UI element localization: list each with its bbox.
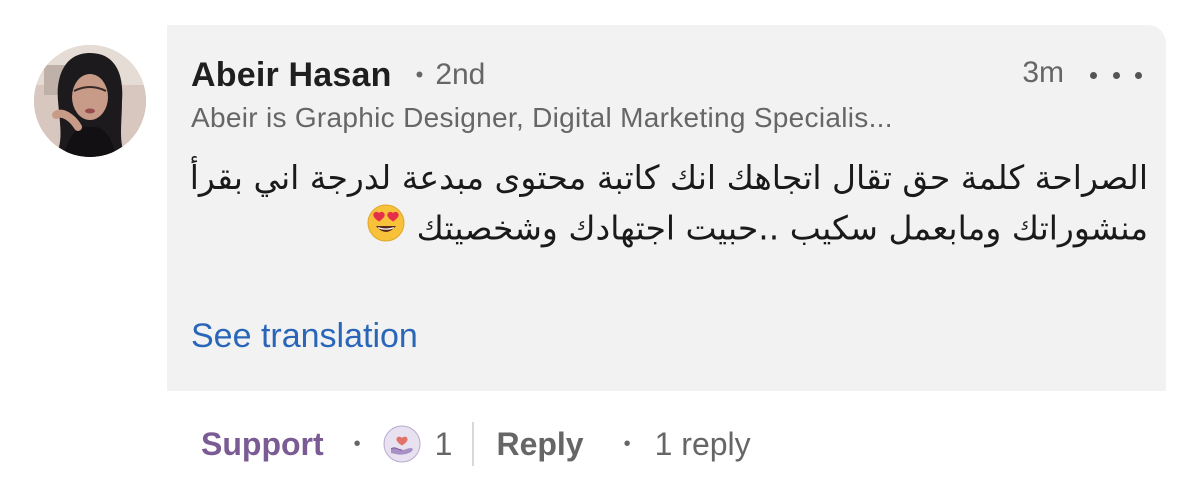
author-name[interactable]: Abeir Hasan xyxy=(191,56,392,95)
support-reaction-icon[interactable] xyxy=(383,425,421,463)
author-headline: Abeir is Graphic Designer, Digital Marke… xyxy=(191,102,893,133)
separator-dot: • xyxy=(415,62,424,87)
more-dot xyxy=(1112,71,1120,79)
comment-body-text: الصراحة كلمة حق تقال اتجاهك انك كاتبة مح… xyxy=(189,158,1148,248)
heart-eyes-emoji-icon xyxy=(366,203,406,257)
comment-container: Abeir Hasan • 2nd 3m Abeir is Graphic De… xyxy=(0,0,1200,490)
separator-dot: • xyxy=(353,432,361,455)
more-dot xyxy=(1135,71,1142,79)
connection-degree: 2nd xyxy=(435,58,486,91)
support-button[interactable]: Support xyxy=(201,426,324,463)
separator-dot: • xyxy=(623,432,631,455)
avatar-image xyxy=(34,45,146,157)
comment-bubble: Abeir Hasan • 2nd 3m Abeir is Graphic De… xyxy=(167,25,1166,391)
avatar[interactable] xyxy=(34,45,146,157)
see-translation-link[interactable]: See translation xyxy=(191,317,418,356)
replies-count-link[interactable]: 1 reply xyxy=(655,426,751,463)
comment-body: الصراحة كلمة حق تقال اتجاهك انك كاتبة مح… xyxy=(188,153,1148,257)
comment-actions: Support • 1 Reply • 1 reply xyxy=(201,422,751,466)
actions-divider xyxy=(472,422,475,466)
author-row: Abeir Hasan • 2nd xyxy=(191,55,485,95)
reply-button[interactable]: Reply xyxy=(496,426,583,463)
more-dot xyxy=(1090,71,1097,79)
reaction-count[interactable]: 1 xyxy=(435,426,453,463)
comment-timestamp: 3m xyxy=(1022,56,1064,89)
more-options-icon[interactable] xyxy=(1090,61,1142,89)
